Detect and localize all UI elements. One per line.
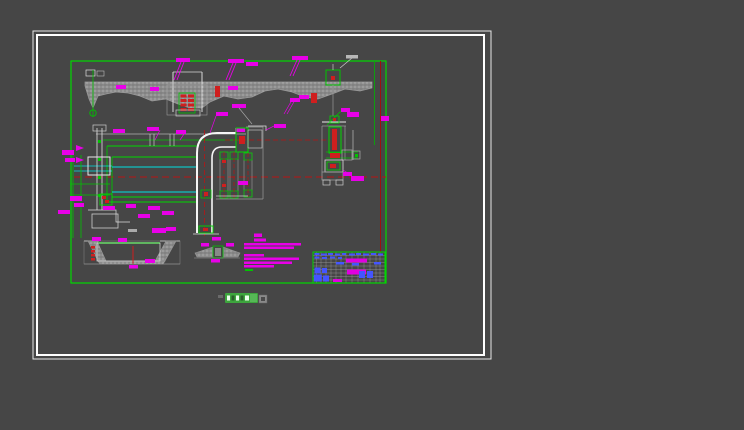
notes-block [244,233,301,271]
title-block [312,251,386,284]
gate-hoist-unit [321,108,389,186]
cad-viewport [0,0,744,430]
section-view-channel [83,229,181,269]
selected-caption-badge[interactable] [218,293,268,304]
section-view-detail [194,237,241,263]
elbow-pipe [193,112,330,236]
cad-sheet-svg [32,30,492,360]
terrain-profile-section [84,55,373,117]
outlet-flange [232,95,309,153]
